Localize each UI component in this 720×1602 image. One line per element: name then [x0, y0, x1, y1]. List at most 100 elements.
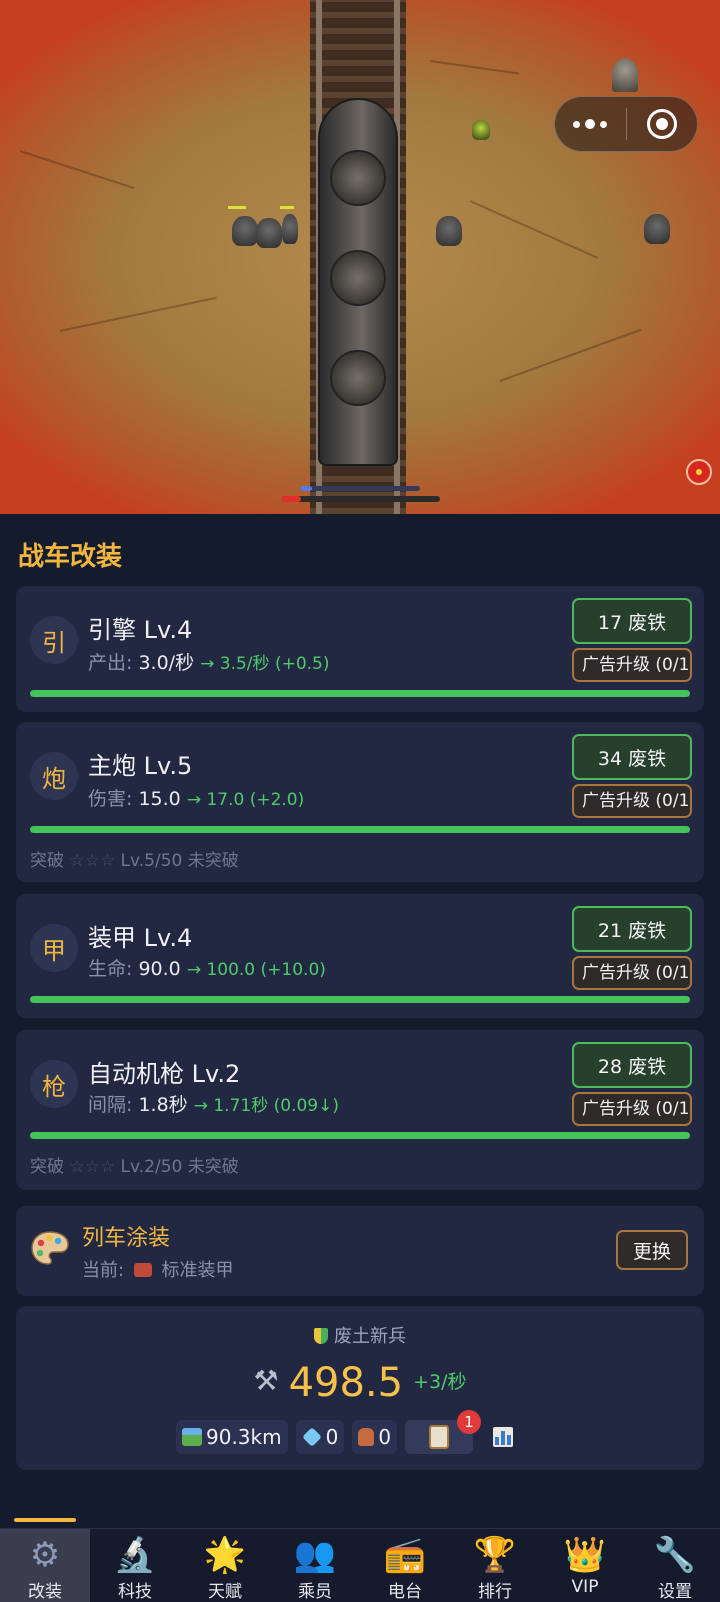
- upgrade-stat: 生命: 90.0 → 100.0 (+10.0): [88, 954, 326, 981]
- ad-upgrade-button[interactable]: 广告升级 (0/1: [572, 784, 692, 818]
- scrap-tool-icon: ⚒: [253, 1364, 279, 1397]
- distance-chip: 90.3km: [176, 1420, 288, 1454]
- microscope-icon: 🔬: [113, 1535, 157, 1575]
- section-title: 战车改装: [18, 542, 123, 572]
- stat-label: 产出:: [88, 652, 133, 674]
- upgrade-badge: 甲: [30, 924, 78, 972]
- nav-label: 乘员: [298, 1582, 332, 1602]
- target-close-icon: [646, 109, 677, 139]
- mini-program-capsule: [554, 96, 698, 152]
- paint-title: 列车涂装: [82, 1226, 171, 1251]
- nav-item[interactable]: ⚙ 改装: [0, 1529, 90, 1602]
- gem-chip: 0: [295, 1420, 345, 1454]
- close-mini-program-button[interactable]: [627, 97, 698, 151]
- upgrade-card-engine: 引 引擎 Lv.4 产出: 3.0/秒 → 3.5/秒 (+0.5) 17 废铁…: [16, 586, 704, 712]
- nav-label: 科技: [118, 1582, 152, 1602]
- gem-icon: [301, 1427, 322, 1447]
- road-icon: [182, 1428, 202, 1446]
- watchtower: [612, 58, 638, 92]
- paint-current-label: 当前:: [82, 1260, 125, 1281]
- upgrade-progress-bar: [30, 1132, 690, 1139]
- upgrade-stat: 伤害: 15.0 → 17.0 (+2.0): [88, 784, 304, 811]
- nav-label: 电台: [388, 1582, 422, 1602]
- more-menu-button[interactable]: [555, 97, 626, 151]
- wave-progress-bar: [300, 486, 420, 491]
- crown-icon: 👑: [563, 1535, 607, 1575]
- enemy-health-bar: [228, 206, 246, 209]
- ad-upgrade-button[interactable]: 广告升级 (0/1: [572, 956, 692, 990]
- nav-label: 天赋: [208, 1582, 242, 1602]
- stat-label: 生命:: [88, 958, 133, 980]
- nav-label: 排行: [478, 1582, 512, 1602]
- nav-label: 设置: [658, 1582, 692, 1602]
- upgrade-name: 引擎 Lv.4: [88, 616, 193, 644]
- stats-chart-icon[interactable]: [493, 1427, 514, 1447]
- upgrade-cost-button[interactable]: 17 废铁: [572, 598, 692, 644]
- pot-icon: [358, 1428, 375, 1446]
- ground-crack: [19, 150, 135, 190]
- upgrade-cost-button[interactable]: 21 废铁: [572, 906, 692, 952]
- event-button[interactable]: [686, 459, 712, 485]
- breakthrough-label: 突破: [30, 851, 64, 871]
- upgrade-name: 装甲 Lv.4: [88, 924, 193, 952]
- nav-item[interactable]: 👑 VIP: [540, 1529, 630, 1602]
- ground-crack: [499, 328, 642, 382]
- scorpion-enemy: [232, 216, 258, 246]
- resource-chips: 90.3km 0 0 1: [176, 1410, 514, 1454]
- nav-item[interactable]: 🌟 天赋: [180, 1529, 270, 1602]
- ground-crack: [59, 296, 217, 332]
- users-icon: 👥: [293, 1535, 337, 1575]
- pot-value: 0: [378, 1425, 392, 1449]
- upgrade-cost-button[interactable]: 34 废铁: [572, 734, 692, 780]
- upgrade-name: 主炮 Lv.5: [88, 752, 193, 780]
- scrap-rate: +3/秒: [413, 1371, 467, 1393]
- stat-next: → 100.0 (+10.0): [186, 960, 326, 980]
- nav-item[interactable]: 🔬 科技: [90, 1529, 180, 1602]
- train-health-fill: [282, 496, 301, 502]
- breakthrough-stars: ☆☆☆: [69, 851, 116, 871]
- pot-chip: 0: [352, 1420, 398, 1454]
- paint-card: 列车涂装 当前: 标准装甲 更换: [16, 1206, 704, 1296]
- clipboard-icon: [429, 1425, 450, 1449]
- nav-label: VIP: [571, 1577, 599, 1597]
- player-rank: 废土新兵: [16, 1322, 704, 1348]
- radio-icon: 📻: [383, 1535, 427, 1575]
- train-health-bar: [282, 496, 440, 502]
- train-icon: [133, 1263, 152, 1277]
- upgrade-card-cannon: 炮 主炮 Lv.5 伤害: 15.0 → 17.0 (+2.0) 34 废铁 广…: [16, 722, 704, 882]
- nav-active-indicator: [14, 1518, 76, 1522]
- scorpion-enemy: [436, 216, 462, 246]
- stat-current: 15.0: [138, 788, 181, 810]
- upgrade-badge: 枪: [30, 1060, 78, 1108]
- stat-next: → 17.0 (+2.0): [186, 790, 305, 810]
- scrap-amount: 498.5: [288, 1360, 404, 1406]
- distance-value: 90.3km: [206, 1425, 282, 1449]
- change-paint-button[interactable]: 更换: [616, 1230, 688, 1270]
- upgrade-progress-bar: [30, 996, 690, 1003]
- upgrade-card-machine-gun: 枪 自动机枪 Lv.2 间隔: 1.8秒 → 1.71秒 (0.09↓) 28 …: [16, 1030, 704, 1190]
- nav-item[interactable]: 🔧 设置: [630, 1529, 720, 1602]
- stat-label: 伤害:: [88, 788, 133, 810]
- tasks-button[interactable]: 1: [405, 1410, 482, 1454]
- nav-item[interactable]: 📻 电台: [360, 1529, 450, 1602]
- gem-value: 0: [325, 1425, 339, 1449]
- nav-item[interactable]: 👥 乘员: [270, 1529, 360, 1602]
- ad-upgrade-button[interactable]: 广告升级 (0/1: [572, 648, 692, 682]
- wrench-icon: 🔧: [653, 1535, 697, 1575]
- armored-train: [318, 98, 398, 466]
- ad-upgrade-button[interactable]: 广告升级 (0/1: [572, 1092, 692, 1126]
- nav-item[interactable]: 🏆 排行: [450, 1529, 540, 1602]
- ground-crack: [429, 60, 520, 75]
- upgrade-progress-bar: [30, 826, 690, 833]
- breakthrough-stars: ☆☆☆: [69, 1157, 116, 1177]
- train-turret: [330, 350, 386, 406]
- paint-current: 当前: 标准装甲: [82, 1256, 234, 1282]
- scorpion-enemy: [644, 214, 670, 244]
- breakthrough-status: 突破 ☆☆☆ Lv.5/50 未突破: [30, 846, 239, 871]
- upgrade-progress-bar: [30, 690, 690, 697]
- upgrade-badge: 炮: [30, 752, 78, 800]
- enemy-health-bar: [280, 206, 294, 209]
- upgrade-cost-button[interactable]: 28 废铁: [572, 1042, 692, 1088]
- game-viewport[interactable]: [0, 0, 720, 514]
- upgrade-card-armor: 甲 装甲 Lv.4 生命: 90.0 → 100.0 (+10.0) 21 废铁…: [16, 894, 704, 1018]
